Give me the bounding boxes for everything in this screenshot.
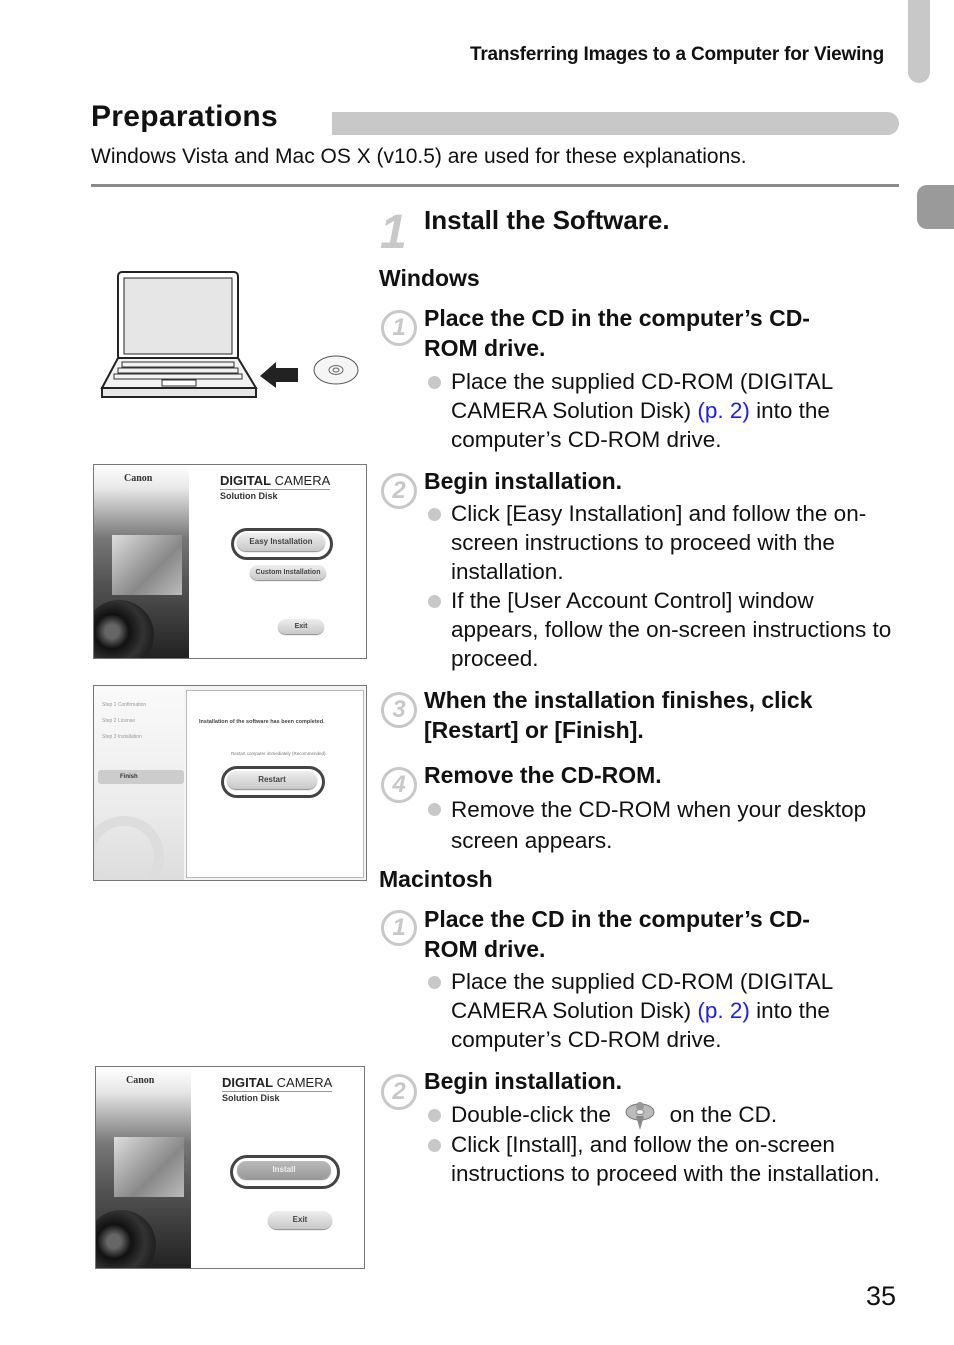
mac-installer-menu-screenshot: Canon DIGITAL CAMERA Solution Disk Insta… [95,1066,365,1269]
bullet-item: Double-click the on the CD. [428,1100,898,1132]
substep-title-line: Place the CD in the computer’s CD- [424,906,810,932]
chapter-tab-marker [908,0,930,83]
macintosh-heading: Macintosh [379,866,493,892]
bullet-text: Click [Easy Installation] and follow the… [451,501,867,584]
windows-installer-menu-screenshot: Canon DIGITAL CAMERA Solution Disk Easy … [93,464,367,659]
bullet-item: Remove the CD-ROM when your desktop scre… [428,794,898,856]
install-button[interactable]: Install [237,1161,331,1179]
substep-title: When the installation finishes, click [R… [424,685,894,745]
bullet-text: on the CD. [663,1102,778,1127]
installer-icon [623,1100,657,1132]
bullet-item: Place the supplied CD-ROM (DIGITAL CAMER… [428,367,898,454]
disk-title: DIGITAL CAMERA [220,473,331,490]
bullet-text: Double-click the [451,1102,618,1127]
restart-checkbox[interactable]: Restart computer immediately (Recommende… [231,751,326,756]
substep-title-line: [Restart] or [Finish]. [424,717,644,743]
page-reference-link[interactable]: (p. 2) [697,398,750,423]
bullet-item: Click [Install], and follow the on-scree… [428,1130,898,1188]
substep-title: Begin installation. [424,468,623,494]
canon-logo: Canon [126,1075,155,1086]
substep-title: Place the CD in the computer’s CD- ROM d… [424,303,894,363]
substep-number-icon: 4 [381,767,417,803]
disk-title: DIGITAL CAMERA [222,1075,333,1092]
substep-title-line: When the installation finishes, click [424,687,813,713]
step-title: Install the Software. [424,205,670,235]
disk-subtitle: Solution Disk [222,1093,280,1103]
substep-number-icon: 2 [381,1074,417,1110]
bullet-dot-icon [428,508,441,521]
step-label: Step 1 Confirmation [102,702,147,708]
bullet-item: Place the supplied CD-ROM (DIGITAL CAMER… [428,967,898,1054]
substep-number-icon: 2 [381,473,417,509]
photo-collage [96,1067,191,1268]
substep-title-line: ROM drive. [424,335,546,361]
cd-graphic [94,816,164,880]
completion-message: Installation of the software has been co… [199,719,325,725]
substep-title: Remove the CD-ROM. [424,762,662,788]
bullet-text: If the [User Account Control] window app… [451,588,892,671]
custom-installation-button[interactable]: Custom Installation [250,565,326,580]
section-intro: Windows Vista and Mac OS X (v10.5) are u… [91,145,747,168]
bullet-dot-icon [428,1109,441,1122]
section-title: Preparations [91,100,278,133]
exit-button[interactable]: Exit [268,1211,332,1229]
substep-number-icon: 1 [381,910,417,946]
bullet-item: Click [Easy Installation] and follow the… [428,499,898,586]
bullet-dot-icon [428,376,441,389]
bullet-dot-icon [428,976,441,989]
substep-number-icon: 3 [381,692,417,728]
bullet-dot-icon [428,1139,441,1152]
step-number: 1 [380,206,407,259]
substep-title-line: Place the CD in the computer’s CD- [424,305,810,331]
substep-number-icon: 1 [381,310,417,346]
section-title-bar [332,112,899,135]
bullet-text: Remove the CD-ROM when your desktop scre… [451,797,867,853]
easy-installation-button[interactable]: Easy Installation [237,533,325,551]
content-panel: Installation of the software has been co… [186,690,364,878]
page-reference-link[interactable]: (p. 2) [697,998,750,1023]
exit-button[interactable]: Exit [278,619,324,634]
finish-step: Finish [98,770,184,784]
bullet-dot-icon [428,803,441,816]
bullet-dot-icon [428,595,441,608]
section-tab-marker [917,185,954,229]
installation-complete-screenshot: Step 1 Confirmation Step 2 License Step … [93,685,367,881]
divider [91,184,899,187]
substep-title: Begin installation. [424,1068,623,1094]
chapter-title: Transferring Images to a Computer for Vi… [469,44,884,65]
bullet-item: If the [User Account Control] window app… [428,586,898,673]
step-label: Step 2 License [102,718,136,724]
laptop-illustration [100,270,360,410]
steps-panel: Step 1 Confirmation Step 2 License Step … [94,686,184,880]
canon-logo: Canon [124,473,153,484]
substep-title: Place the CD in the computer’s CD- ROM d… [424,904,894,964]
bullet-text: Click [Install], and follow the on-scree… [451,1132,880,1186]
restart-button[interactable]: Restart [227,771,317,789]
page-number: 35 [866,1281,897,1311]
step-label: Step 3 Installation [102,734,142,740]
disk-subtitle: Solution Disk [220,491,278,501]
substep-title-line: ROM drive. [424,936,546,962]
photo-collage [94,465,189,658]
windows-heading: Windows [379,265,480,291]
